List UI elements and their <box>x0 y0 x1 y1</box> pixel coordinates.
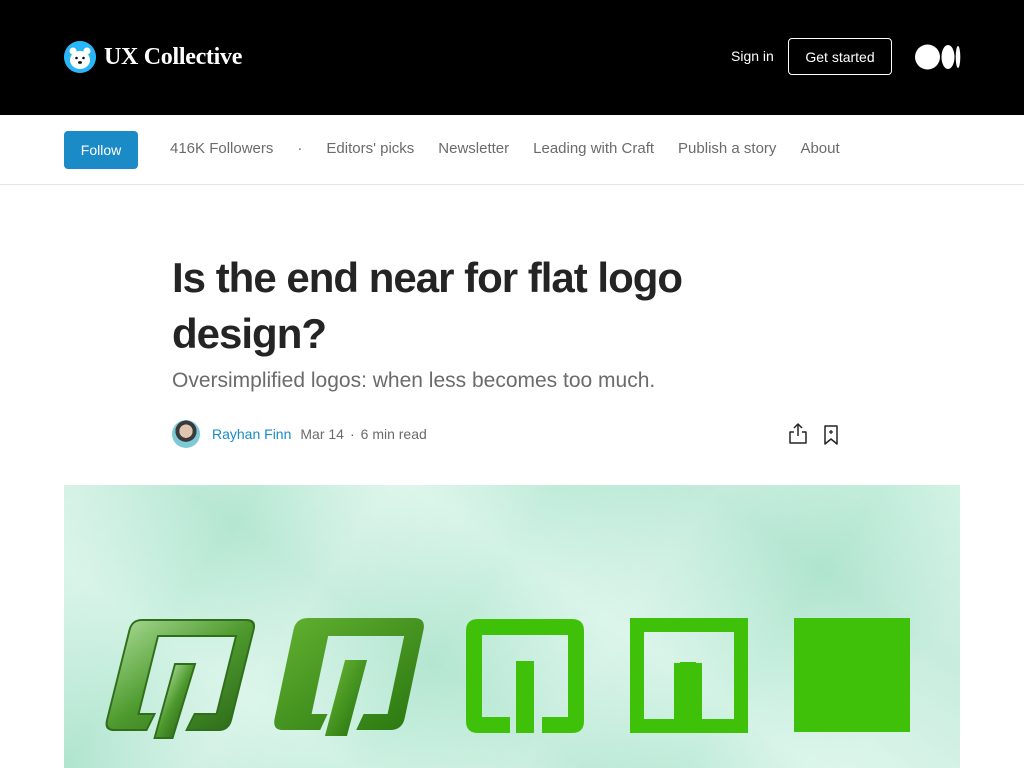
get-started-button[interactable]: Get started <box>788 38 892 75</box>
logo-evolution-illustration <box>105 618 910 739</box>
nav-link-publish-a-story[interactable]: Publish a story <box>678 140 776 157</box>
article-title: Is the end near for flat logo design? <box>172 254 683 357</box>
nav-link-newsletter[interactable]: Newsletter <box>438 140 509 157</box>
article-subtitle: Oversimplified logos: when less becomes … <box>172 369 656 392</box>
logo-variant-4 <box>630 618 748 733</box>
publish-date: Mar 14 <box>300 426 344 442</box>
logo-variant-3 <box>466 619 584 733</box>
byline: Rayhan Finn Mar 14 · 6 min read <box>172 420 427 448</box>
author-avatar[interactable] <box>172 420 200 448</box>
sign-in-link[interactable]: Sign in <box>731 48 774 64</box>
byline-separator: · <box>349 426 355 442</box>
nav-link-about[interactable]: About <box>800 140 839 157</box>
nav-link-editors-picks[interactable]: Editors' picks <box>326 140 414 157</box>
nav-separator: · <box>297 140 303 157</box>
top-bar: UX Collective Sign in Get started <box>0 0 1024 115</box>
logo-variant-5 <box>794 618 910 732</box>
polar-bear-logo-icon <box>64 41 96 73</box>
brand-name: UX Collective <box>104 43 243 70</box>
share-icon[interactable] <box>788 422 808 446</box>
read-time: 6 min read <box>360 426 427 442</box>
nav-link-leading-with-craft[interactable]: Leading with Craft <box>533 140 654 157</box>
hero-image <box>64 485 960 768</box>
publication-nav: Follow 416K Followers · Editors' picks N… <box>0 115 1024 185</box>
logo-variant-1 <box>105 619 256 739</box>
brand-link[interactable]: UX Collective <box>64 41 242 73</box>
follow-button[interactable]: Follow <box>64 131 138 169</box>
publication-links: 416K Followers · Editors' picks Newslett… <box>170 140 840 157</box>
medium-logo-icon[interactable] <box>915 44 961 70</box>
bookmark-icon[interactable] <box>822 424 840 446</box>
author-name-link[interactable]: Rayhan Finn <box>212 426 291 442</box>
followers-count-link[interactable]: 416K Followers <box>170 140 273 157</box>
logo-variant-2 <box>274 618 424 736</box>
